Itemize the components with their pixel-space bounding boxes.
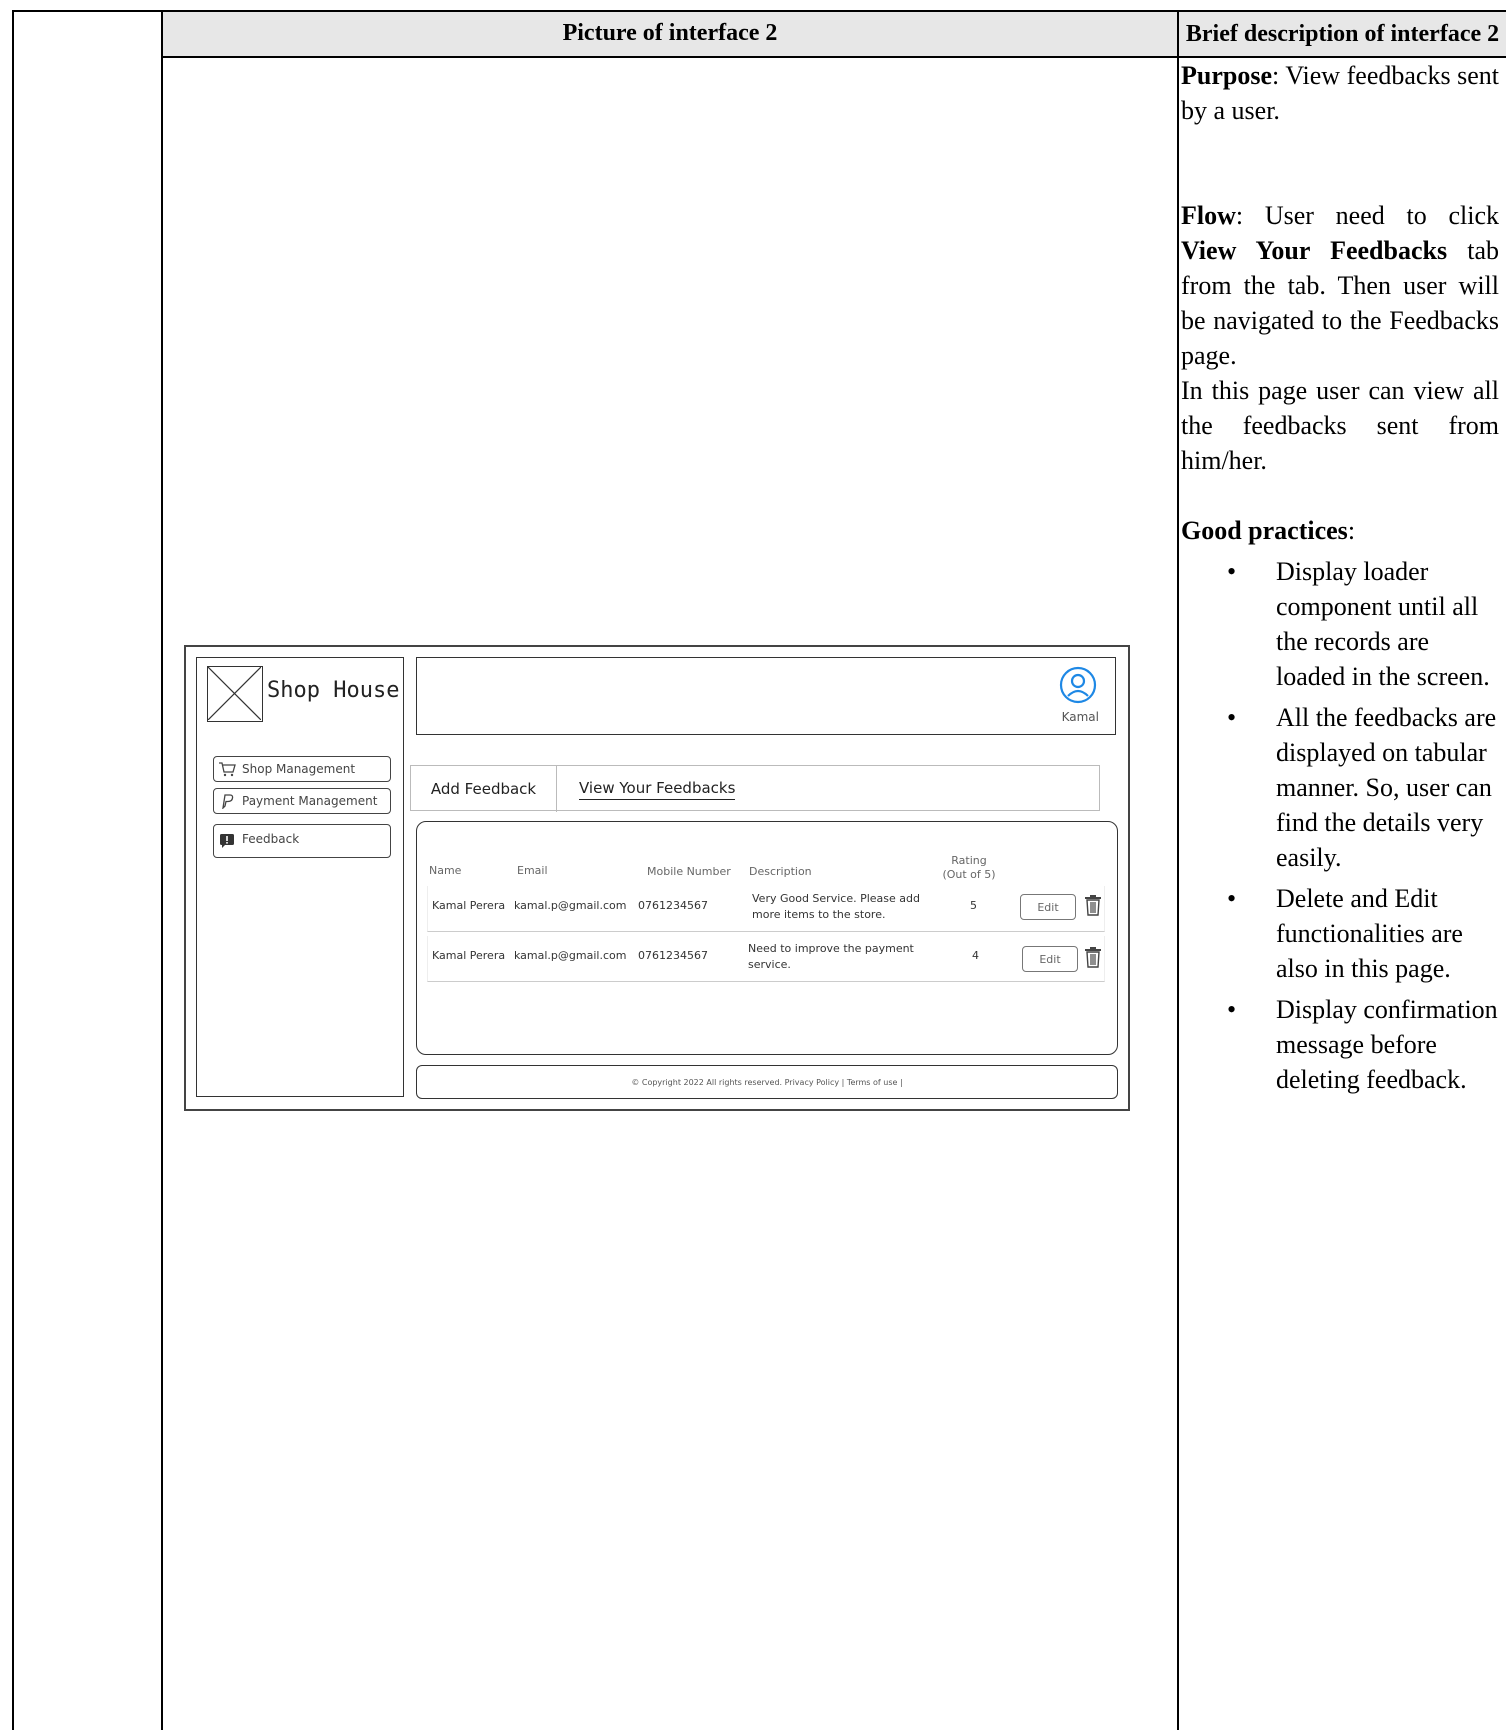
tab-view-your-feedbacks[interactable]: View Your Feedbacks [579, 766, 739, 812]
purpose-paragraph: Purpose: View feedbacks sent by a user. [1181, 61, 1499, 125]
column-header-description: Description [749, 865, 812, 878]
edit-button[interactable]: Edit [1022, 946, 1078, 972]
good-practices-heading: Good practices: [1181, 516, 1356, 545]
cart-icon [218, 760, 236, 778]
description-column-header: Brief description of interface 2 [1185, 21, 1500, 47]
row-rating: 5 [970, 899, 977, 912]
sidebar-item-shop-management[interactable]: Shop Management [213, 756, 391, 782]
column-divider-1 [161, 10, 163, 1730]
sidebar: Shop House Shop Management Payment Manag… [196, 657, 404, 1097]
paypal-icon [218, 792, 236, 810]
row-description: Need to improve the payment service. [748, 942, 914, 971]
row-email: kamal.p@gmail.com [514, 899, 627, 912]
table-row: Kamal Perera kamal.p@gmail.com 076123456… [427, 936, 1105, 982]
list-item: Display loader component until all the r… [1227, 554, 1499, 694]
list-item: Display confirmation message before dele… [1227, 992, 1499, 1097]
user-avatar-icon[interactable] [1059, 666, 1097, 704]
column-header-mobile: Mobile Number [647, 865, 731, 878]
tab-bar: Add Feedback View Your Feedbacks [410, 765, 1100, 812]
left-border [12, 10, 14, 1730]
flow-paragraph: Flow: User need to click View Your Feedb… [1181, 201, 1499, 370]
delete-icon[interactable] [1084, 946, 1102, 968]
picture-column-header: Picture of interface 2 [562, 20, 778, 46]
sidebar-item-feedback[interactable]: Feedback [213, 824, 391, 858]
row-email: kamal.p@gmail.com [514, 949, 627, 962]
list-item: All the feedbacks are displayed on tabul… [1227, 700, 1499, 875]
table-row: Kamal Perera kamal.p@gmail.com 076123456… [427, 886, 1105, 932]
sidebar-item-payment-management[interactable]: Payment Management [213, 788, 391, 814]
feedback-icon [218, 832, 236, 850]
description-text: Purpose: View feedbacks sent by a user. … [1181, 58, 1499, 1097]
top-bar: Kamal [416, 657, 1116, 735]
practices-list: Display loader component until all the r… [1181, 554, 1499, 1097]
row-name: Kamal Perera [432, 949, 506, 962]
column-divider-2 [1177, 10, 1179, 1730]
brand-name: Shop House [267, 678, 400, 703]
delete-icon[interactable] [1084, 894, 1102, 916]
wireframe-screenshot: Shop House Shop Management Payment Manag… [184, 645, 1130, 1111]
logo-placeholder-icon [207, 666, 263, 722]
table-top-border [12, 10, 1506, 12]
column-header-name: Name [429, 864, 462, 877]
list-item: Delete and Edit functionalities are also… [1227, 881, 1499, 986]
user-name: Kamal [1061, 710, 1099, 724]
row-mobile: 0761234567 [638, 949, 708, 962]
row-name: Kamal Perera [432, 899, 506, 912]
row-description: Very Good Service. Please add more items… [752, 892, 920, 921]
row-rating: 4 [972, 949, 979, 962]
tab-add-feedback[interactable]: Add Feedback [411, 766, 557, 812]
flow-paragraph-2: In this page user can view all the feedb… [1181, 376, 1499, 475]
footer: © Copyright 2022 All rights reserved. Pr… [416, 1065, 1118, 1099]
row-mobile: 0761234567 [638, 899, 708, 912]
edit-button[interactable]: Edit [1020, 894, 1076, 920]
feedback-table-panel: Name Email Mobile Number Description Rat… [416, 821, 1118, 1055]
column-header-email: Email [517, 864, 548, 877]
column-header-rating: Rating (Out of 5) [942, 854, 996, 881]
